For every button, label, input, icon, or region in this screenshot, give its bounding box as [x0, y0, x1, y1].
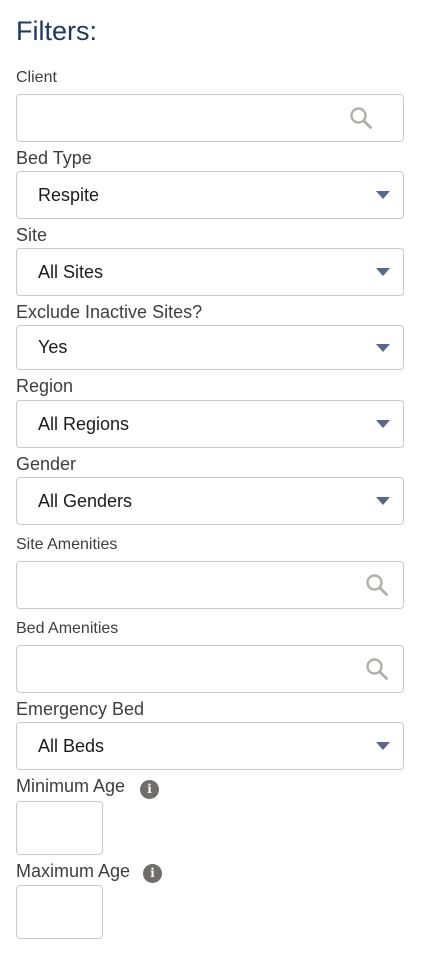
maximum-age-label: Maximum Age [16, 861, 131, 881]
emergency-bed-value: All Beds [38, 735, 105, 756]
gender-select[interactable]: All Genders [16, 477, 404, 525]
search-icon [366, 658, 388, 680]
chevron-down-icon [376, 191, 390, 199]
chevron-down-icon [376, 268, 390, 276]
bed-type-select[interactable]: Respite [16, 171, 404, 219]
emergency-bed-select[interactable]: All Beds [16, 722, 404, 770]
page-title: Filters: [16, 16, 97, 46]
bed-amenities-search-input[interactable] [16, 645, 404, 693]
region-select[interactable]: All Regions [16, 400, 404, 448]
gender-label: Gender [16, 454, 77, 474]
exclude-inactive-label: Exclude Inactive Sites? [16, 302, 203, 322]
site-label: Site [16, 225, 48, 245]
emergency-bed-label: Emergency Bed [16, 699, 145, 719]
site-amenities-label: Site Amenities [16, 536, 118, 553]
info-icon[interactable]: i [140, 780, 159, 799]
client-search-input[interactable] [16, 94, 404, 142]
info-icon[interactable]: i [143, 864, 162, 883]
site-select[interactable]: All Sites [16, 248, 404, 296]
maximum-age-input[interactable] [16, 885, 103, 939]
chevron-down-icon [376, 420, 390, 428]
chevron-down-icon [376, 343, 390, 352]
site-value: All Sites [38, 261, 104, 282]
client-label: Client [16, 69, 57, 86]
exclude-inactive-value: Yes [38, 337, 68, 357]
site-amenities-search-input[interactable] [16, 561, 404, 609]
region-label: Region [16, 376, 74, 396]
region-value: All Regions [38, 413, 130, 434]
bed-type-value: Respite [38, 184, 100, 205]
gender-value: All Genders [38, 490, 133, 511]
bed-type-label: Bed Type [16, 148, 92, 168]
bed-amenities-label: Bed Amenities [16, 620, 119, 637]
chevron-down-icon [376, 742, 390, 750]
minimum-age-input[interactable] [16, 801, 103, 855]
exclude-inactive-select[interactable]: Yes [16, 325, 404, 370]
chevron-down-icon [376, 497, 390, 505]
search-icon [366, 574, 388, 596]
minimum-age-label: Minimum Age [16, 776, 126, 796]
search-icon [350, 107, 372, 129]
